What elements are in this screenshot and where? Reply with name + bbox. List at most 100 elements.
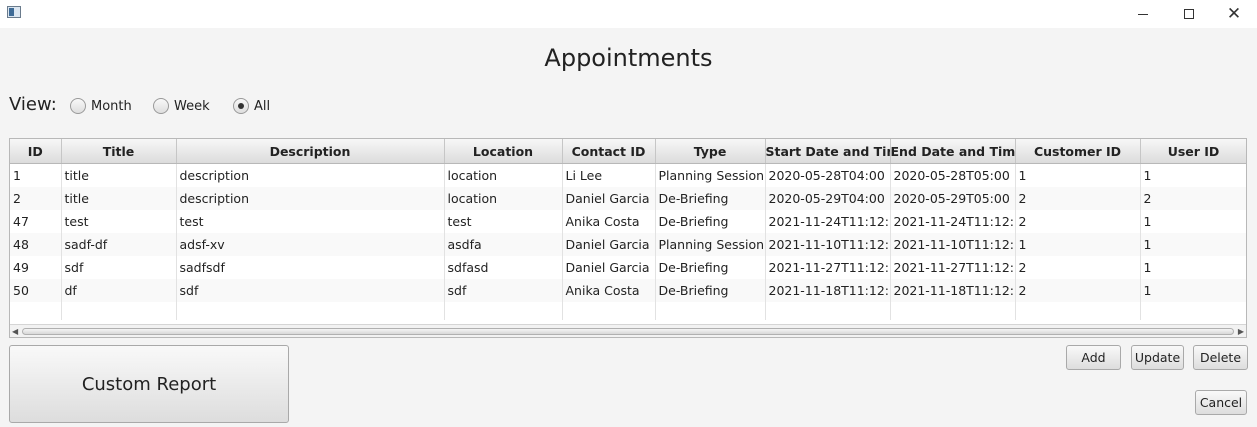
cell-id: 49 xyxy=(10,256,62,279)
cell-user-id: 1 xyxy=(1140,210,1246,233)
radio-week[interactable]: Week xyxy=(153,97,210,115)
close-button[interactable]: ✕ xyxy=(1211,0,1257,28)
radio-all[interactable]: All xyxy=(233,97,270,115)
cell-title: sadf-df xyxy=(61,233,177,256)
scrollbar-thumb[interactable] xyxy=(22,328,1234,335)
cell-type: Planning Session xyxy=(655,163,766,187)
horizontal-scrollbar[interactable]: ◀ ▶ xyxy=(10,324,1246,337)
cell-type: Planning Session xyxy=(655,233,766,256)
cell-end: 2021-11-27T11:12:16 xyxy=(890,256,1016,279)
view-label: View: xyxy=(9,94,57,115)
column-header-end[interactable]: End Date and Time xyxy=(890,139,1016,164)
cell-contact: Daniel Garcia xyxy=(562,187,656,210)
cell-type: De-Briefing xyxy=(655,256,766,279)
cell-description: adsf-xv xyxy=(176,233,445,256)
cell-contact: Li Lee xyxy=(562,163,656,187)
cell-description: sadfsdf xyxy=(176,256,445,279)
page-title: Appointments xyxy=(544,44,713,72)
column-header-location[interactable]: Location xyxy=(444,139,563,164)
cell-type: De-Briefing xyxy=(655,187,766,210)
cell-end: 2021-11-24T11:12:14 xyxy=(890,210,1016,233)
cell-start: 2021-11-24T11:12:12 xyxy=(765,210,891,233)
app-icon xyxy=(7,6,21,18)
maximize-icon xyxy=(1184,9,1194,19)
column-header-type[interactable]: Type xyxy=(655,139,766,164)
cell-contact: Daniel Garcia xyxy=(562,256,656,279)
cell-title: sdf xyxy=(61,256,177,279)
cell-location: sdf xyxy=(444,279,563,302)
delete-button[interactable]: Delete xyxy=(1193,345,1248,370)
close-icon: ✕ xyxy=(1226,4,1242,24)
table-row[interactable]: 50 df sdf sdf Anika Costa De-Briefing 20… xyxy=(10,279,1246,302)
maximize-button[interactable] xyxy=(1166,0,1212,28)
update-button[interactable]: Update xyxy=(1131,345,1184,370)
cell-user-id: 1 xyxy=(1140,163,1246,187)
cell-user-id: 2 xyxy=(1140,187,1246,210)
cell-id: 47 xyxy=(10,210,62,233)
scroll-right-icon[interactable]: ▶ xyxy=(1238,327,1244,336)
cell-id: 2 xyxy=(10,187,62,210)
column-header-title[interactable]: Title xyxy=(61,139,177,164)
radio-all-label: All xyxy=(254,98,271,114)
cell-title: test xyxy=(61,210,177,233)
add-button[interactable]: Add xyxy=(1066,345,1121,370)
cell-location: test xyxy=(444,210,563,233)
minimize-button[interactable] xyxy=(1120,0,1166,28)
column-header-contact-id[interactable]: Contact ID xyxy=(562,139,656,164)
cell-end: 2020-05-29T05:00 xyxy=(890,187,1016,210)
cell-id: 50 xyxy=(10,279,62,302)
table-row[interactable]: 48 sadf-df adsf-xv asdfa Daniel Garcia P… xyxy=(10,233,1246,256)
radio-week-label: Week xyxy=(174,98,210,114)
cell-location: location xyxy=(444,187,563,210)
cell-description: description xyxy=(176,187,445,210)
radio-month-label: Month xyxy=(91,98,132,114)
cell-title: title xyxy=(61,187,177,210)
table-row[interactable]: 49 sdf sadfsdf sdfasd Daniel Garcia De-B… xyxy=(10,256,1246,279)
cell-customer-id: 1 xyxy=(1015,163,1141,187)
cell-location: location xyxy=(444,163,563,187)
cell-id: 1 xyxy=(10,163,62,187)
cell-description: description xyxy=(176,163,445,187)
minimize-icon xyxy=(1138,13,1148,15)
column-header-start[interactable]: Start Date and Time xyxy=(765,139,891,164)
cell-start: 2021-11-18T11:12:13 xyxy=(765,279,891,302)
cell-user-id: 1 xyxy=(1140,233,1246,256)
cell-location: asdfa xyxy=(444,233,563,256)
table-row[interactable]: 2 title description location Daniel Garc… xyxy=(10,187,1246,210)
column-header-user-id[interactable]: User ID xyxy=(1140,139,1246,164)
radio-circle-selected[interactable] xyxy=(233,98,249,114)
cell-title: df xyxy=(61,279,177,302)
cell-type: De-Briefing xyxy=(655,279,766,302)
cell-end: 2021-11-18T11:12:15 xyxy=(890,279,1016,302)
cell-start: 2020-05-29T04:00 xyxy=(765,187,891,210)
table-row[interactable]: 1 title description location Li Lee Plan… xyxy=(10,163,1246,187)
cell-user-id: 1 xyxy=(1140,256,1246,279)
cell-customer-id: 2 xyxy=(1015,187,1141,210)
cell-contact: Daniel Garcia xyxy=(562,233,656,256)
cell-start: 2021-11-10T11:12:12 xyxy=(765,233,891,256)
table-row[interactable]: 47 test test test Anika Costa De-Briefin… xyxy=(10,210,1246,233)
cell-customer-id: 2 xyxy=(1015,256,1141,279)
cell-contact: Anika Costa xyxy=(562,279,656,302)
column-header-id[interactable]: ID xyxy=(10,139,62,164)
cell-customer-id: 1 xyxy=(1015,233,1141,256)
table-header-row: ID Title Description Location Contact ID… xyxy=(10,139,1246,164)
cell-customer-id: 2 xyxy=(1015,210,1141,233)
cell-contact: Anika Costa xyxy=(562,210,656,233)
custom-report-button[interactable]: Custom Report xyxy=(9,345,289,423)
column-header-description[interactable]: Description xyxy=(176,139,445,164)
cell-customer-id: 2 xyxy=(1015,279,1141,302)
cell-type: De-Briefing xyxy=(655,210,766,233)
radio-month[interactable]: Month xyxy=(70,97,132,115)
empty-row xyxy=(10,302,1246,320)
window-titlebar: ✕ xyxy=(0,0,1257,28)
scroll-left-icon[interactable]: ◀ xyxy=(12,327,18,336)
cell-start: 2020-05-28T04:00 xyxy=(765,163,891,187)
radio-circle[interactable] xyxy=(153,98,169,114)
cell-title: title xyxy=(61,163,177,187)
column-header-customer-id[interactable]: Customer ID xyxy=(1015,139,1141,164)
cancel-button[interactable]: Cancel xyxy=(1195,390,1247,415)
radio-circle[interactable] xyxy=(70,98,86,114)
appointments-table: ID Title Description Location Contact ID… xyxy=(9,138,1247,338)
cell-description: sdf xyxy=(176,279,445,302)
